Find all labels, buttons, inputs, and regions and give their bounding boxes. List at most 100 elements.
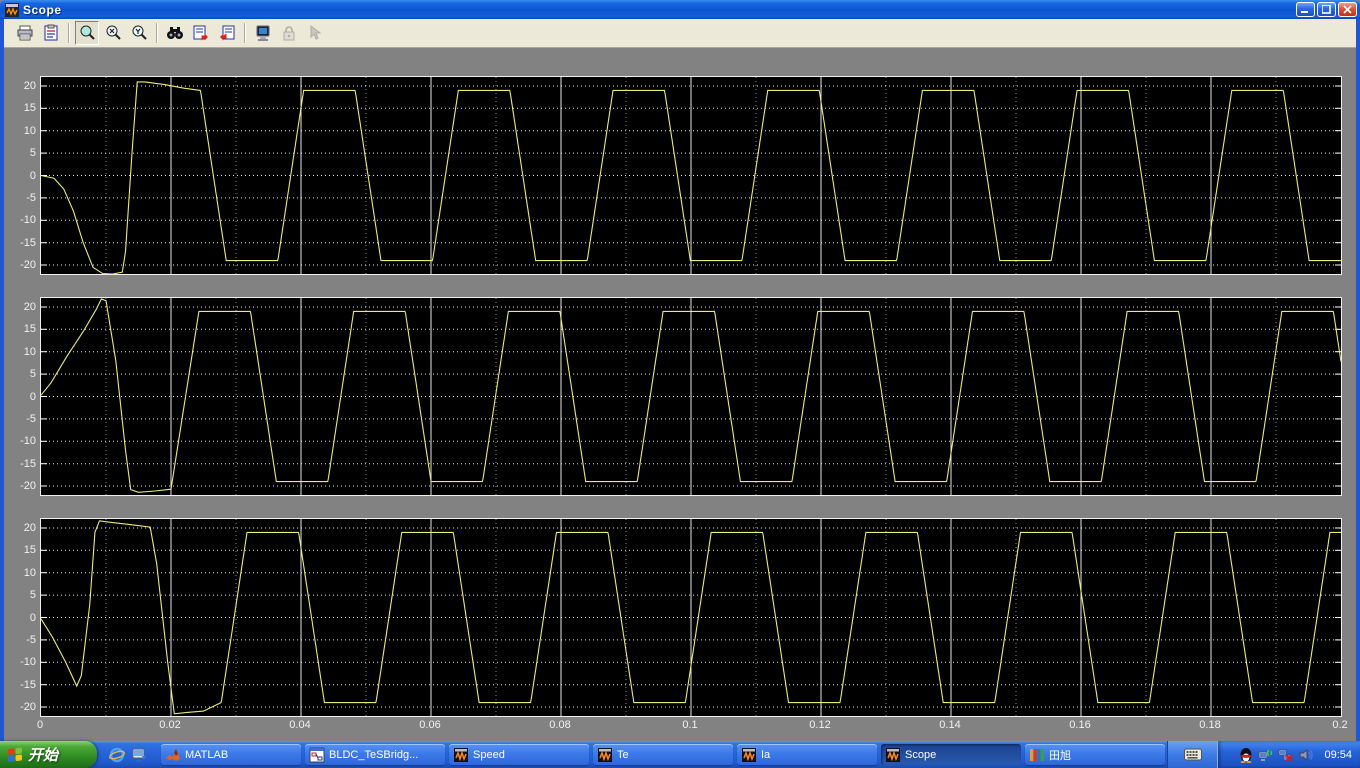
- close-button[interactable]: [1338, 2, 1357, 17]
- taskbar-item-speed[interactable]: Speed: [449, 744, 589, 765]
- zoom-x-button[interactable]: [101, 21, 125, 45]
- x-tick-label: 0: [36, 719, 44, 731]
- scope-icon: [886, 747, 900, 762]
- y-tick-label: -5: [26, 633, 36, 646]
- windows-logo-icon: [8, 747, 22, 762]
- system-tray: 09:54: [1217, 741, 1360, 768]
- scope-axes-3: 20 15 10 5 0 -5 -10 -15 -20: [16, 518, 1342, 717]
- y-tick-label: 0: [29, 390, 36, 403]
- y-tick-label: 20: [23, 79, 36, 92]
- y-tick-label: -20: [20, 259, 36, 272]
- y-tick-label: 20: [23, 521, 36, 534]
- taskbar: 开始 MATLAB BLDC_TeSBridg... Speed Te Ia S…: [0, 741, 1360, 768]
- internet-explorer-icon[interactable]: [109, 747, 125, 763]
- y-tick-label: -15: [20, 457, 36, 470]
- volume-icon[interactable]: [1298, 747, 1314, 763]
- y-tick-label: -10: [20, 435, 36, 448]
- x-tick-label: 0.2: [1332, 719, 1348, 731]
- toolbar-separator: [244, 23, 246, 43]
- zoom-button[interactable]: [75, 21, 99, 45]
- y-tick-label: -10: [20, 656, 36, 669]
- y-tick-label: 0: [29, 611, 36, 624]
- taskbar-item-matlab[interactable]: MATLAB: [161, 744, 301, 765]
- print-button[interactable]: [13, 21, 37, 45]
- language-bar[interactable]: [1167, 741, 1217, 768]
- taskbar-item-scope[interactable]: Scope: [881, 744, 1021, 765]
- y-tick-label: -15: [20, 236, 36, 249]
- qq-icon[interactable]: [1238, 747, 1254, 763]
- axes-plot-area-3[interactable]: [40, 518, 1342, 717]
- y-tick-label: 5: [29, 147, 36, 160]
- y-tick-label: -5: [26, 191, 36, 204]
- y-tick-label: 15: [23, 544, 36, 557]
- network-error-icon[interactable]: [1278, 747, 1294, 763]
- quick-launch-bar: [97, 741, 159, 768]
- desktop: Scope 20 15 10 5 0 -5 -10 -15 -20 20 15 …: [0, 0, 1360, 768]
- start-button[interactable]: 开始: [0, 741, 97, 768]
- folder-icon: [1030, 748, 1044, 761]
- toolbar-separator: [68, 23, 70, 43]
- simulink-model-icon: [309, 747, 325, 762]
- toolbar-separator: [156, 23, 158, 43]
- taskbar-item-label: MATLAB: [185, 748, 229, 761]
- minimize-button[interactable]: [1296, 2, 1315, 17]
- y-tick-label: 5: [29, 368, 36, 381]
- x-tick-label: 0.14: [939, 719, 961, 731]
- scope-icon: [454, 747, 468, 762]
- parameters-button[interactable]: [39, 21, 63, 45]
- scope-toolbar: [0, 19, 1360, 48]
- y-tick-label: 15: [23, 323, 36, 336]
- x-tick-label: 0.02: [159, 719, 181, 731]
- taskbar-clock: 09:54: [1324, 748, 1352, 761]
- show-desktop-icon[interactable]: [131, 747, 147, 763]
- y-tick-label: -10: [20, 214, 36, 227]
- window-border-right: [1356, 19, 1360, 741]
- floating-scope-button[interactable]: [251, 21, 275, 45]
- y-tick-label: -20: [20, 480, 36, 493]
- scope-window-icon: [5, 2, 19, 17]
- axes-plot-area-1[interactable]: [40, 76, 1342, 275]
- maximize-button[interactable]: [1317, 2, 1336, 17]
- y-tick-label: 10: [23, 124, 36, 137]
- lock-axes-button: [277, 21, 301, 45]
- x-tick-label: 0.04: [289, 719, 311, 731]
- window-border-left: [0, 19, 4, 741]
- signal-selection-button: [303, 21, 327, 45]
- y-tick-label: 15: [23, 102, 36, 115]
- taskbar-item-tianxu[interactable]: 田旭: [1025, 744, 1165, 765]
- x-tick-label: 0.08: [549, 719, 571, 731]
- x-tick-label: 0.1: [682, 719, 698, 731]
- restore-axes-settings-button[interactable]: [215, 21, 239, 45]
- taskbar-item-label: Speed: [473, 748, 505, 761]
- x-tick-label: 0.06: [419, 719, 441, 731]
- y-tick-label: 20: [23, 300, 36, 313]
- matlab-icon: [166, 748, 180, 761]
- x-tick-label: 0.16: [1069, 719, 1091, 731]
- window-title: Scope: [23, 2, 62, 17]
- taskbar-item-bldc-model[interactable]: BLDC_TeSBridg...: [305, 744, 445, 765]
- zoom-y-button[interactable]: [127, 21, 151, 45]
- taskbar-item-label: 田旭: [1049, 749, 1071, 762]
- y-tick-label: 0: [29, 169, 36, 182]
- start-button-label: 开始: [28, 747, 59, 764]
- y-tick-label: -20: [20, 701, 36, 714]
- keyboard-icon: [1183, 748, 1202, 760]
- save-axes-settings-button[interactable]: [189, 21, 213, 45]
- autoscale-button[interactable]: [163, 21, 187, 45]
- y-tick-label: -15: [20, 678, 36, 691]
- x-tick-label: 0.12: [809, 719, 831, 731]
- y-tick-label: -5: [26, 412, 36, 425]
- taskbar-item-label: BLDC_TeSBridg...: [329, 748, 419, 761]
- x-axis-tick-labels: 0 0.02 0.04 0.06 0.08 0.1 0.12 0.14 0.16 0.18 0.2: [16, 719, 1356, 735]
- axes-plot-area-2[interactable]: [40, 297, 1342, 496]
- taskbar-item-label: Scope: [905, 748, 937, 761]
- taskbar-item-ia[interactable]: Ia: [737, 744, 877, 765]
- x-tick-label: 0.18: [1199, 719, 1221, 731]
- scope-icon: [742, 747, 756, 762]
- titlebar[interactable]: Scope: [0, 0, 1360, 19]
- y-tick-label: 10: [23, 345, 36, 358]
- scope-icon: [598, 747, 612, 762]
- taskbar-item-te[interactable]: Te: [593, 744, 733, 765]
- taskbar-item-label: Ia: [761, 748, 771, 761]
- network-activity-icon[interactable]: [1258, 747, 1274, 763]
